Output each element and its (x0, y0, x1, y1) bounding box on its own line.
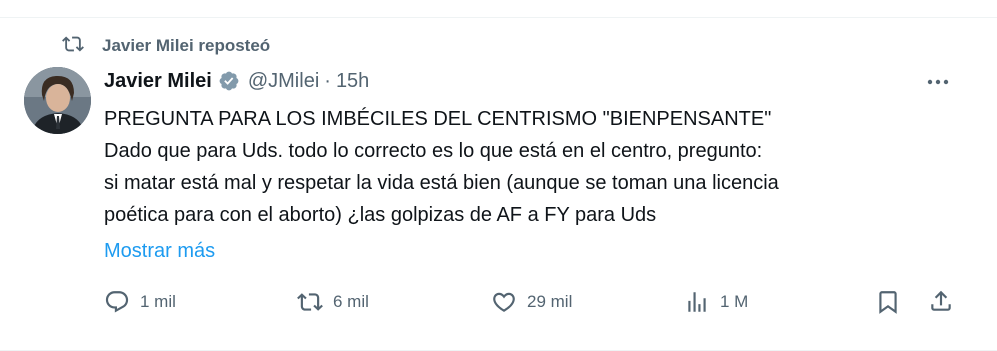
retweet-button[interactable]: 6 mil (297, 289, 369, 315)
repost-label: Javier Milei reposteó (102, 36, 271, 55)
views-icon (688, 292, 706, 312)
repost-context[interactable]: Javier Milei reposteó (62, 34, 270, 58)
tweet-line: Dado que para Uds. todo lo correcto es l… (104, 140, 763, 162)
share-icon (931, 290, 951, 311)
repost-icon (62, 33, 84, 60)
tweet-line: si matar está mal y respetar la vida est… (104, 172, 779, 194)
reply-icon (105, 291, 129, 313)
like-icon (493, 292, 515, 312)
retweet-icon (297, 293, 323, 311)
share-button[interactable] (928, 288, 954, 319)
reply-button[interactable]: 1 mil (104, 289, 176, 315)
more-icon[interactable] (924, 71, 952, 93)
reply-count: 1 mil (140, 292, 176, 311)
author-handle[interactable]: @JMilei (248, 70, 319, 93)
like-button[interactable]: 29 mil (491, 289, 572, 315)
avatar[interactable] (24, 67, 91, 134)
views-button[interactable]: 1 M (684, 289, 748, 315)
verified-badge-icon[interactable] (218, 70, 240, 92)
retweet-count: 6 mil (333, 292, 369, 311)
separator-dot: · (324, 69, 331, 92)
top-divider (0, 17, 997, 18)
tweet-time[interactable]: 15h (336, 70, 369, 93)
author-name[interactable]: Javier Milei (104, 70, 212, 93)
bookmark-icon (879, 291, 897, 314)
tweet-text: PREGUNTA PARA LOS IMBÉCILES DEL CENTRISM… (104, 103, 954, 231)
show-more-link[interactable]: Mostrar más (104, 235, 215, 267)
bookmark-button[interactable] (875, 289, 901, 320)
tweet-line: PREGUNTA PARA LOS IMBÉCILES DEL CENTRISM… (104, 108, 772, 130)
like-count: 29 mil (527, 292, 573, 311)
views-count: 1 M (720, 292, 749, 311)
tweet-header: Javier Milei @JMilei · 15h (104, 66, 369, 96)
tweet-line: poética para con el aborto) ¿las golpiza… (104, 204, 657, 226)
